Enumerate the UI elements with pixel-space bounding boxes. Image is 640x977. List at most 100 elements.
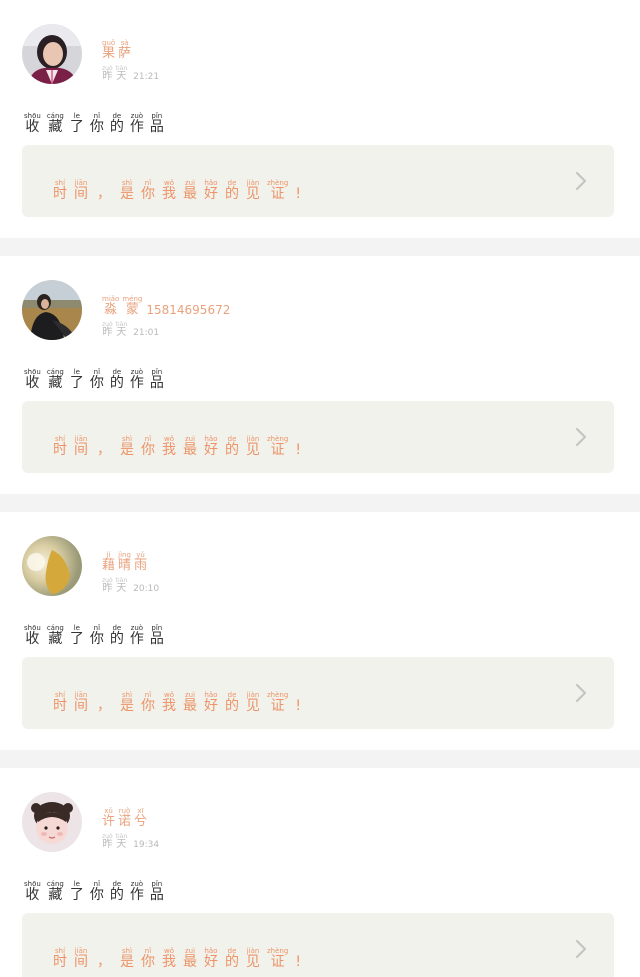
action-text: shōu 收 cáng 藏 le 了 nǐ 你 de 的 zuò 作 pǐn 品 (24, 615, 170, 646)
hanzi: 昨 (102, 839, 113, 850)
timestamp: zuó 昨 tiān 天 19:34 (102, 823, 159, 850)
hanzi: 证 (270, 698, 285, 714)
hanzi: 品 (149, 631, 164, 647)
hanzi: 见 (246, 954, 260, 970)
hanzi: 好 (204, 442, 218, 458)
hanzi: 时 (53, 442, 67, 458)
hanzi: 最 (183, 442, 197, 458)
hanzi: 是 (120, 698, 134, 714)
hanzi: 好 (204, 186, 218, 202)
hanzi: 见 (246, 698, 260, 714)
hanzi: 是 (120, 442, 134, 458)
time-value: 21:01 (133, 328, 160, 338)
chevron-right-icon (574, 683, 588, 703)
hanzi: 作 (129, 375, 144, 391)
hanzi: 作 (129, 631, 144, 647)
hanzi: 的 (109, 631, 124, 647)
timestamp: zuó 昨 tiān 天 20:10 (102, 567, 159, 594)
hanzi: ， (97, 698, 111, 714)
hanzi: 品 (149, 887, 164, 903)
user-avatar[interactable] (22, 536, 82, 596)
timestamp: zuó 昨 tiān 天 21:01 (102, 311, 159, 338)
hanzi: 昨 (102, 71, 113, 82)
hanzi: 了 (69, 375, 84, 391)
hanzi: 你 (89, 631, 104, 647)
hanzi: 我 (162, 186, 176, 202)
hanzi: 最 (183, 698, 197, 714)
hanzi: 品 (149, 375, 164, 391)
hanzi: 见 (246, 442, 260, 458)
hanzi: 你 (141, 442, 155, 458)
hanzi: 你 (89, 119, 104, 135)
hanzi: 作 (129, 887, 144, 903)
hanzi: 藏 (48, 631, 63, 647)
hanzi: 间 (74, 698, 88, 714)
hanzi: 收 (25, 887, 40, 903)
hanzi: ! (295, 186, 301, 202)
hanzi: 时 (53, 954, 67, 970)
work-title: shí 时 jiān 间 ， shì 是 nǐ 你 wǒ 我 zuì 最 hǎo 好 de 的 … (53, 170, 308, 201)
work-link-card[interactable]: shí 时 jiān 间 ， shì 是 nǐ 你 wǒ 我 zuì 最 hǎo 好 de 的 … (22, 913, 614, 977)
user-avatar[interactable] (22, 280, 82, 340)
hanzi: 见 (246, 186, 260, 202)
hanzi: 收 (25, 119, 40, 135)
hanzi: 你 (89, 887, 104, 903)
feed-item: jí 藉 jìng 晴 yǔ 雨 zuó 昨 tiān 天 20:10 shōu 收 cán… (0, 512, 640, 750)
hanzi: 证 (270, 442, 285, 458)
hanzi: ! (295, 698, 301, 714)
hanzi: 了 (69, 631, 84, 647)
feed-item: xǔ 许 ruò 诺 xī 兮 zuó 昨 tiān 天 19:34 shōu 收 cáng… (0, 768, 640, 977)
time-value: 21:21 (133, 72, 160, 82)
hanzi: ! (295, 954, 301, 970)
hanzi: ， (97, 954, 111, 970)
hanzi: 的 (225, 442, 239, 458)
user-avatar[interactable] (22, 24, 82, 84)
hanzi: 的 (225, 698, 239, 714)
hanzi: 了 (69, 119, 84, 135)
hanzi: 收 (25, 375, 40, 391)
hanzi: 收 (25, 631, 40, 647)
hanzi: 了 (69, 887, 84, 903)
hanzi: 天 (116, 839, 127, 850)
hanzi: ， (97, 442, 111, 458)
hanzi: 好 (204, 954, 218, 970)
hanzi: 作 (129, 119, 144, 135)
hanzi: 间 (74, 954, 88, 970)
action-text: shōu 收 cáng 藏 le 了 nǐ 你 de 的 zuò 作 pǐn 品 (24, 103, 170, 134)
work-title: shí 时 jiān 间 ， shì 是 nǐ 你 wǒ 我 zuì 最 hǎo 好 de 的 … (53, 682, 308, 713)
hanzi: 你 (141, 186, 155, 202)
hanzi: ! (295, 442, 301, 458)
hanzi: 是 (120, 186, 134, 202)
hanzi: 时 (53, 698, 67, 714)
chevron-right-icon (574, 171, 588, 191)
action-text: shōu 收 cáng 藏 le 了 nǐ 你 de 的 zuò 作 pǐn 品 (24, 871, 170, 902)
feed-item: miǎo 淼 méng 蒙 15814695672 zuó 昨 tiān 天 21:01… (0, 256, 640, 494)
hanzi: 间 (74, 186, 88, 202)
work-link-card[interactable]: shí 时 jiān 间 ， shì 是 nǐ 你 wǒ 我 zuì 最 hǎo 好 de 的 … (22, 401, 614, 473)
hanzi: 你 (141, 954, 155, 970)
hanzi: 的 (109, 119, 124, 135)
hanzi: 天 (116, 71, 127, 82)
hanzi: 证 (270, 186, 285, 202)
favorites-feed: guǒ 果 sà 萨 zuó 昨 tiān 天 21:21 shōu 收 cáng 藏 le… (0, 0, 640, 977)
work-link-card[interactable]: shí 时 jiān 间 ， shì 是 nǐ 你 wǒ 我 zuì 最 hǎo 好 de 的 … (22, 657, 614, 729)
user-avatar[interactable] (22, 792, 82, 852)
hanzi: 的 (225, 954, 239, 970)
hanzi: 我 (162, 954, 176, 970)
work-link-card[interactable]: shí 时 jiān 间 ， shì 是 nǐ 你 wǒ 我 zuì 最 hǎo 好 de 的 … (22, 145, 614, 217)
hanzi: 品 (149, 119, 164, 135)
hanzi: 昨 (102, 583, 113, 594)
hanzi: 时 (53, 186, 67, 202)
work-title: shí 时 jiān 间 ， shì 是 nǐ 你 wǒ 我 zuì 最 hǎo 好 de 的 … (53, 426, 308, 457)
hanzi: 好 (204, 698, 218, 714)
chevron-right-icon (574, 427, 588, 447)
hanzi: 藏 (48, 119, 63, 135)
hanzi: 的 (109, 375, 124, 391)
hanzi: 昨 (102, 327, 113, 338)
work-title: shí 时 jiān 间 ， shì 是 nǐ 你 wǒ 我 zuì 最 hǎo 好 de 的 … (53, 938, 308, 969)
hanzi: 我 (162, 442, 176, 458)
hanzi: 你 (89, 375, 104, 391)
hanzi: 藏 (48, 887, 63, 903)
hanzi: 间 (74, 442, 88, 458)
hanzi: 最 (183, 186, 197, 202)
